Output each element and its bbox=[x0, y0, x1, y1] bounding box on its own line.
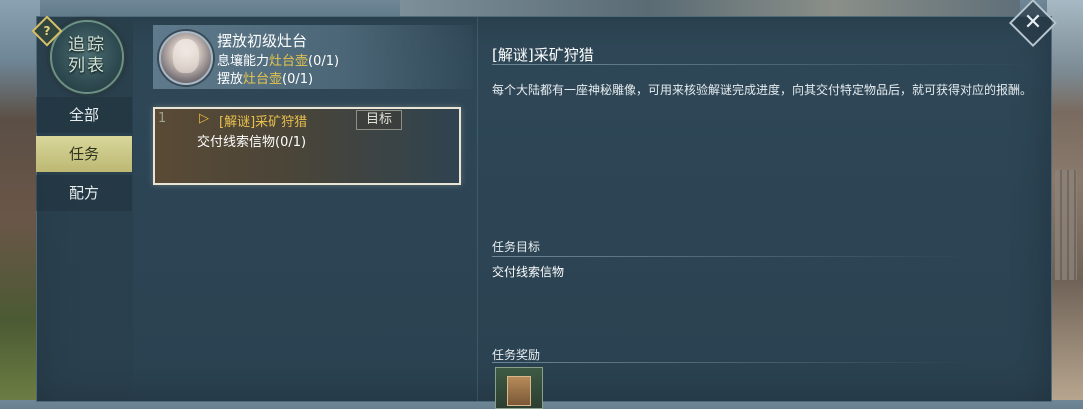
background-left bbox=[0, 0, 40, 400]
tab-all[interactable]: 全部 bbox=[36, 97, 132, 133]
background-right bbox=[1047, 0, 1083, 400]
close-icon: ✕ bbox=[1023, 10, 1043, 35]
quest-item-title: [解谜]采矿狩猎 bbox=[219, 115, 308, 130]
quest-list-item[interactable]: 1 ▷ [解谜]采矿狩猎 目标 交付线索信物(0/1) bbox=[153, 107, 461, 185]
detail-description: 每个大陆都有一座神秘雕像，可用来核验解谜完成进度，向其交付特定物品后，就可获得对… bbox=[492, 83, 1033, 97]
quest-item-objective: 交付线索信物(0/1) bbox=[197, 135, 307, 150]
objective-text: 交付线索信物 bbox=[492, 265, 565, 279]
tab-quests[interactable]: 任务 bbox=[36, 136, 132, 172]
current-quest-header[interactable]: 摆放初级灶台 息壤能力灶台壶(0/1) 摆放灶台壶(0/1) bbox=[153, 25, 473, 89]
current-quest-title: 摆放初级灶台 bbox=[217, 32, 308, 50]
panel-divider bbox=[477, 17, 478, 401]
help-icon-glyph: ? bbox=[43, 24, 51, 38]
objective-divider bbox=[492, 256, 972, 257]
detail-title-divider bbox=[492, 64, 1032, 65]
current-quest-objective-1: 息壤能力灶台壶(0/1) bbox=[217, 54, 340, 69]
track-arrow-icon: ▷ bbox=[199, 111, 209, 126]
npc-portrait-avatar bbox=[159, 31, 213, 85]
detail-title: [解谜]采矿狩猎 bbox=[492, 46, 594, 64]
badge-label: 追踪 列表 bbox=[68, 35, 106, 76]
tab-recipes[interactable]: 配方 bbox=[36, 175, 132, 211]
quest-index: 1 bbox=[158, 111, 167, 126]
reward-section-header: 任务奖励 bbox=[492, 348, 541, 362]
objective-tag-button[interactable]: 目标 bbox=[356, 110, 402, 130]
reward-item-slot[interactable] bbox=[495, 367, 543, 409]
current-quest-objective-2: 摆放灶台壶(0/1) bbox=[217, 72, 314, 87]
objective-section-header: 任务目标 bbox=[492, 240, 541, 254]
reward-divider bbox=[492, 362, 972, 363]
